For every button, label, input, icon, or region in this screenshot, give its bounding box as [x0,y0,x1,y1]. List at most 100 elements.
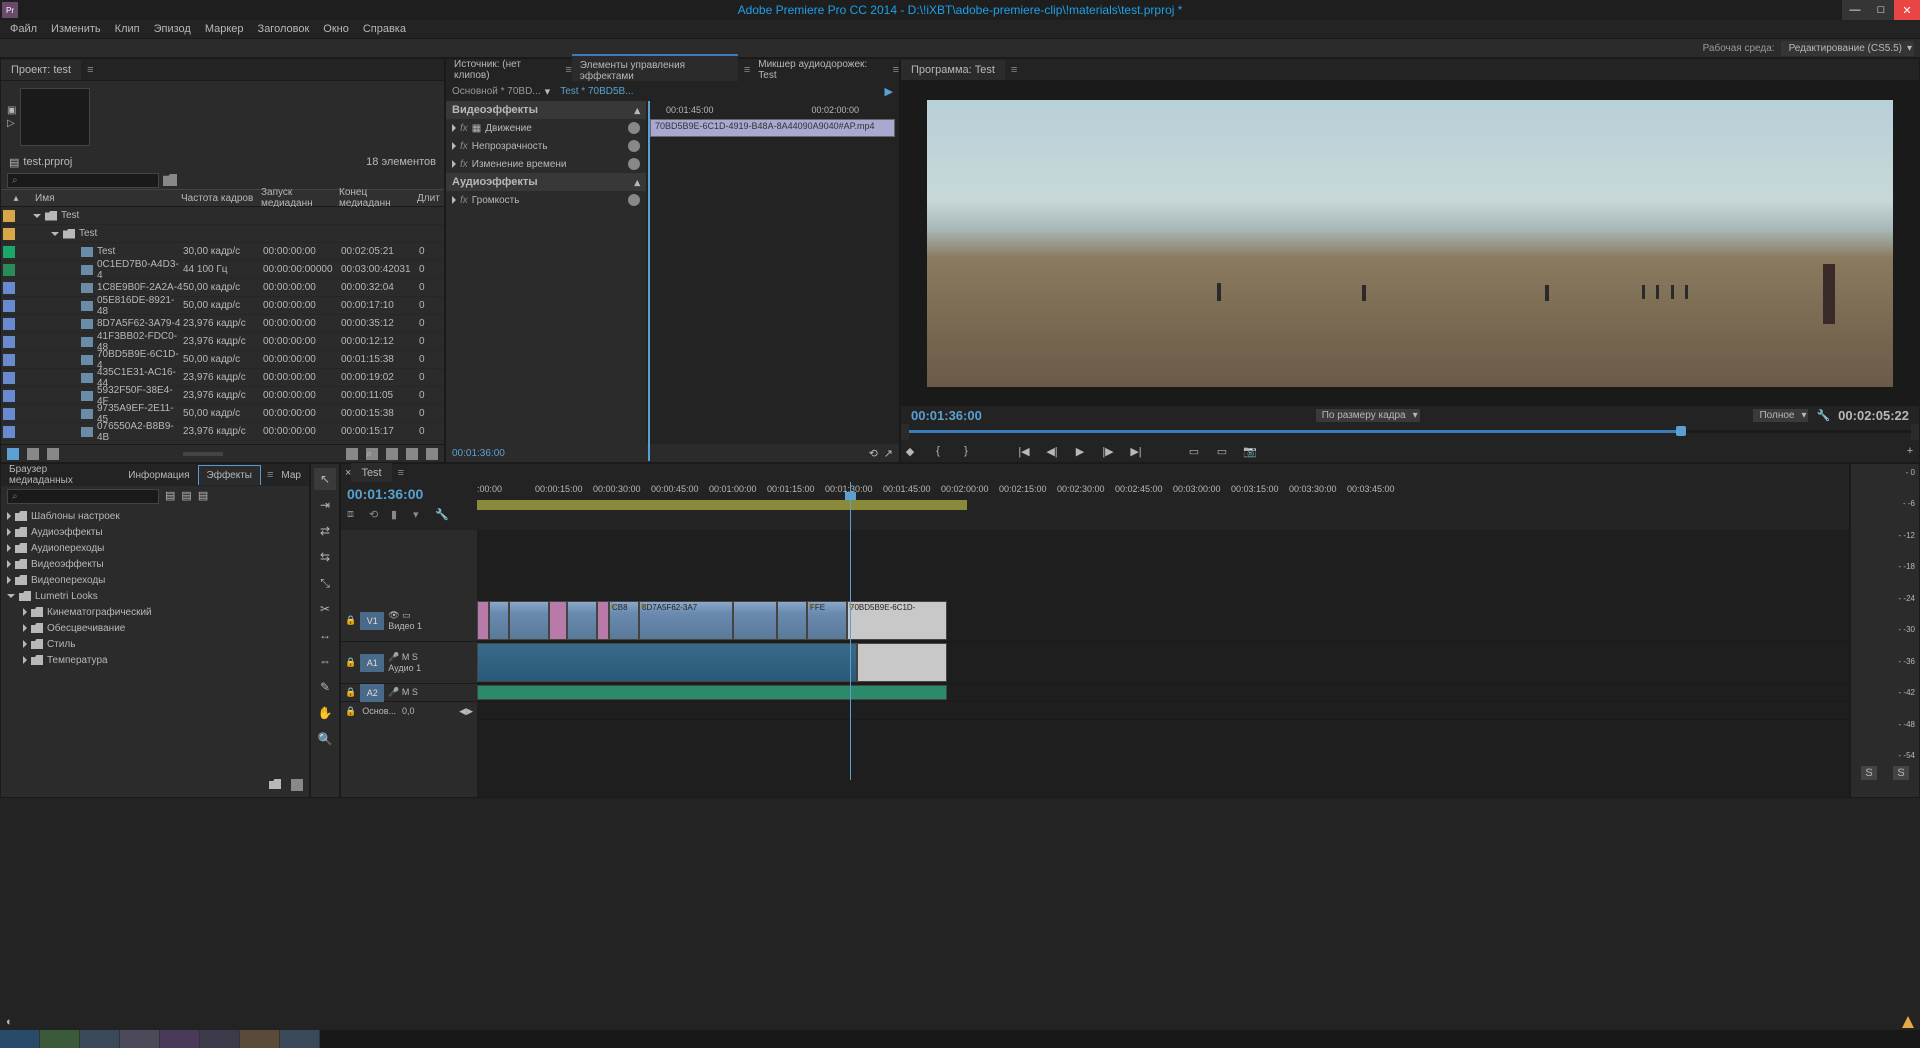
timeline-clip[interactable] [549,601,567,640]
fx-clip-bar[interactable]: 70BD5B9E-6C1D-4919-B48A-8A44090A9040#AP.… [650,119,895,137]
rolling-edit-tool[interactable]: ⇆ [314,546,336,568]
col-dur[interactable]: Длит [417,193,437,204]
delete-icon[interactable] [291,779,303,791]
new-bin-icon[interactable] [386,448,398,460]
timeline-clip[interactable] [857,643,947,682]
selection-tool[interactable]: ↖ [314,468,336,490]
clip-row[interactable]: 0C1ED7B0-A4D3-4 44 100 Гц 00:00:00:00000… [1,261,444,279]
playhead-icon[interactable]: ▶ [885,85,893,98]
snap-icon[interactable]: ⧈ [347,508,361,522]
marker-icon[interactable]: ▮ [391,508,405,522]
fx-item[interactable]: fxГромкость [446,191,646,209]
timeline-playhead[interactable] [850,482,851,780]
settings-icon[interactable]: ▾ [413,508,427,522]
clip-row[interactable]: 1C8E9B0F-2A2A-4 50,00 кадр/c 00:00:00:00… [1,279,444,297]
lock-icon[interactable]: 🔒 [345,706,356,717]
freeform-view-icon[interactable] [47,448,59,460]
video-effects-header[interactable]: Видеоэффекты▴ [446,101,646,119]
project-tab[interactable]: Проект: test [1,60,81,80]
track-select-tool[interactable]: ⇥ [314,494,336,516]
effects-search-input[interactable] [7,489,159,504]
project-search-input[interactable] [7,173,159,188]
zoom-slider[interactable] [183,452,223,456]
ripple-edit-tool[interactable]: ⇄ [314,520,336,542]
timeline-ruler[interactable]: :00:0000:00:15:0000:00:30:0000:00:45:000… [477,482,1849,500]
bin-row[interactable]: Test [1,225,444,243]
effects-tree-item[interactable]: Аудиопереходы [1,540,309,556]
fx-loop-icon[interactable]: ⟲ [869,447,878,460]
warning-icon[interactable] [1902,1016,1914,1028]
fx-item[interactable]: fxИзменение времени [446,155,646,173]
panel-menu-icon[interactable]: ≡ [398,467,404,479]
effects-tree-item[interactable]: Lumetri Looks [1,588,309,604]
reset-icon[interactable] [628,140,640,152]
audio-effects-header[interactable]: Аудиоэффекты▴ [446,173,646,191]
clip-row[interactable]: Test 30,00 кадр/c 00:00:00:00 00:02:05:2… [1,243,444,261]
timeline-clip[interactable] [489,601,509,640]
effects-tree-item[interactable]: Видеоэффекты [1,556,309,572]
menu-Маркер[interactable]: Маркер [199,21,250,37]
work-area-bar[interactable] [477,500,967,510]
sort-arrow-icon[interactable]: ▴ [1,193,31,204]
fx-type-icon[interactable]: ▤ [165,489,175,503]
fx-playhead[interactable] [648,101,650,461]
pen-tool[interactable]: ✎ [314,676,336,698]
rate-stretch-tool[interactable]: ⤡ [314,572,336,594]
clip-row[interactable]: 435C1E31-AC16-44 23,976 кадр/c 00:00:00:… [1,369,444,387]
menu-Клип[interactable]: Клип [109,21,146,37]
export-frame-button[interactable]: 📷 [1241,442,1259,460]
timeline-clip[interactable] [733,601,777,640]
track-a2[interactable] [477,684,1849,702]
sequence-tab[interactable]: Test [351,463,391,483]
track-header-a2[interactable]: 🔒 A2 🎤 M S [341,684,477,702]
wrench-icon[interactable]: 🔧 [435,508,449,522]
browser-tab[interactable]: Эффекты [198,465,261,485]
search-icon[interactable]: ⌕ [366,448,378,460]
effects-tree-item[interactable]: Шаблоны настроек [1,508,309,524]
master-track-header[interactable]: 🔒 Основ... 0,0 ◀ ▶ [341,702,477,720]
prev-keyframe-icon[interactable]: ◀ [459,706,466,717]
fx-linked-label[interactable]: Test * 70BD5B... [560,86,633,97]
effects-tree-item[interactable]: Аудиоэффекты [1,524,309,540]
effects-tree-item[interactable]: Обесцвечивание [1,620,309,636]
fx-type-icon[interactable]: ▤ [181,489,191,503]
effects-tree-item[interactable]: Стиль [1,636,309,652]
step-forward-button[interactable]: |▶ [1099,442,1117,460]
fx-type-icon[interactable]: ▤ [198,489,208,503]
step-back-button[interactable]: ◀| [1043,442,1061,460]
menu-Эпизод[interactable]: Эпизод [148,21,197,37]
menu-Заголовок[interactable]: Заголовок [252,21,316,37]
clip-row[interactable]: 70BD5B9E-6C1D-4 50,00 кадр/c 00:00:00:00… [1,351,444,369]
timeline-clip[interactable] [477,643,857,682]
clip-row[interactable]: 5932F50F-38E4-4F 23,976 кадр/c 00:00:00:… [1,387,444,405]
play-icon[interactable]: ▷ [7,118,16,129]
program-scrubber[interactable] [909,424,1911,440]
reset-icon[interactable] [628,158,640,170]
timeline-clip[interactable]: fxCB8 [609,601,639,640]
slip-tool[interactable]: ↔ [314,624,336,646]
new-item-icon[interactable] [406,448,418,460]
clip-row[interactable]: 076550A2-B8B9-4B 23,976 кадр/c 00:00:00:… [1,423,444,441]
fx-timecode[interactable]: 00:01:36:00 [452,448,505,459]
track-a1[interactable] [477,642,1849,684]
razor-tool[interactable]: ✂ [314,598,336,620]
col-start[interactable]: Запуск медиаданн [261,187,339,209]
play-button[interactable]: ▶ [1071,442,1089,460]
lift-button[interactable]: ▭ [1185,442,1203,460]
solo-button[interactable]: S [1861,766,1876,780]
timeline-clip[interactable]: fxFFE [807,601,847,640]
slide-tool[interactable]: ⇔ [314,650,336,672]
timeline-timecode[interactable]: 00:01:36:00 [347,486,471,502]
fx-item[interactable]: fxНепрозрачность [446,137,646,155]
info-icon[interactable]: ◐ [6,1016,13,1028]
panel-menu-icon[interactable]: ≡ [893,64,899,76]
add-button[interactable]: + [1901,442,1919,460]
clip-row[interactable]: 8D7A5F62-3A79-4 23,976 кадр/c 00:00:00:0… [1,315,444,333]
timeline-clip[interactable] [567,601,597,640]
timeline-clip[interactable] [477,601,489,640]
program-tab[interactable]: Программа: Test [901,60,1005,80]
lock-icon[interactable]: 🔒 [345,657,356,668]
fx-item[interactable]: fx▦Движение [446,119,646,137]
timeline-clip[interactable] [597,601,609,640]
delete-icon[interactable] [426,448,438,460]
